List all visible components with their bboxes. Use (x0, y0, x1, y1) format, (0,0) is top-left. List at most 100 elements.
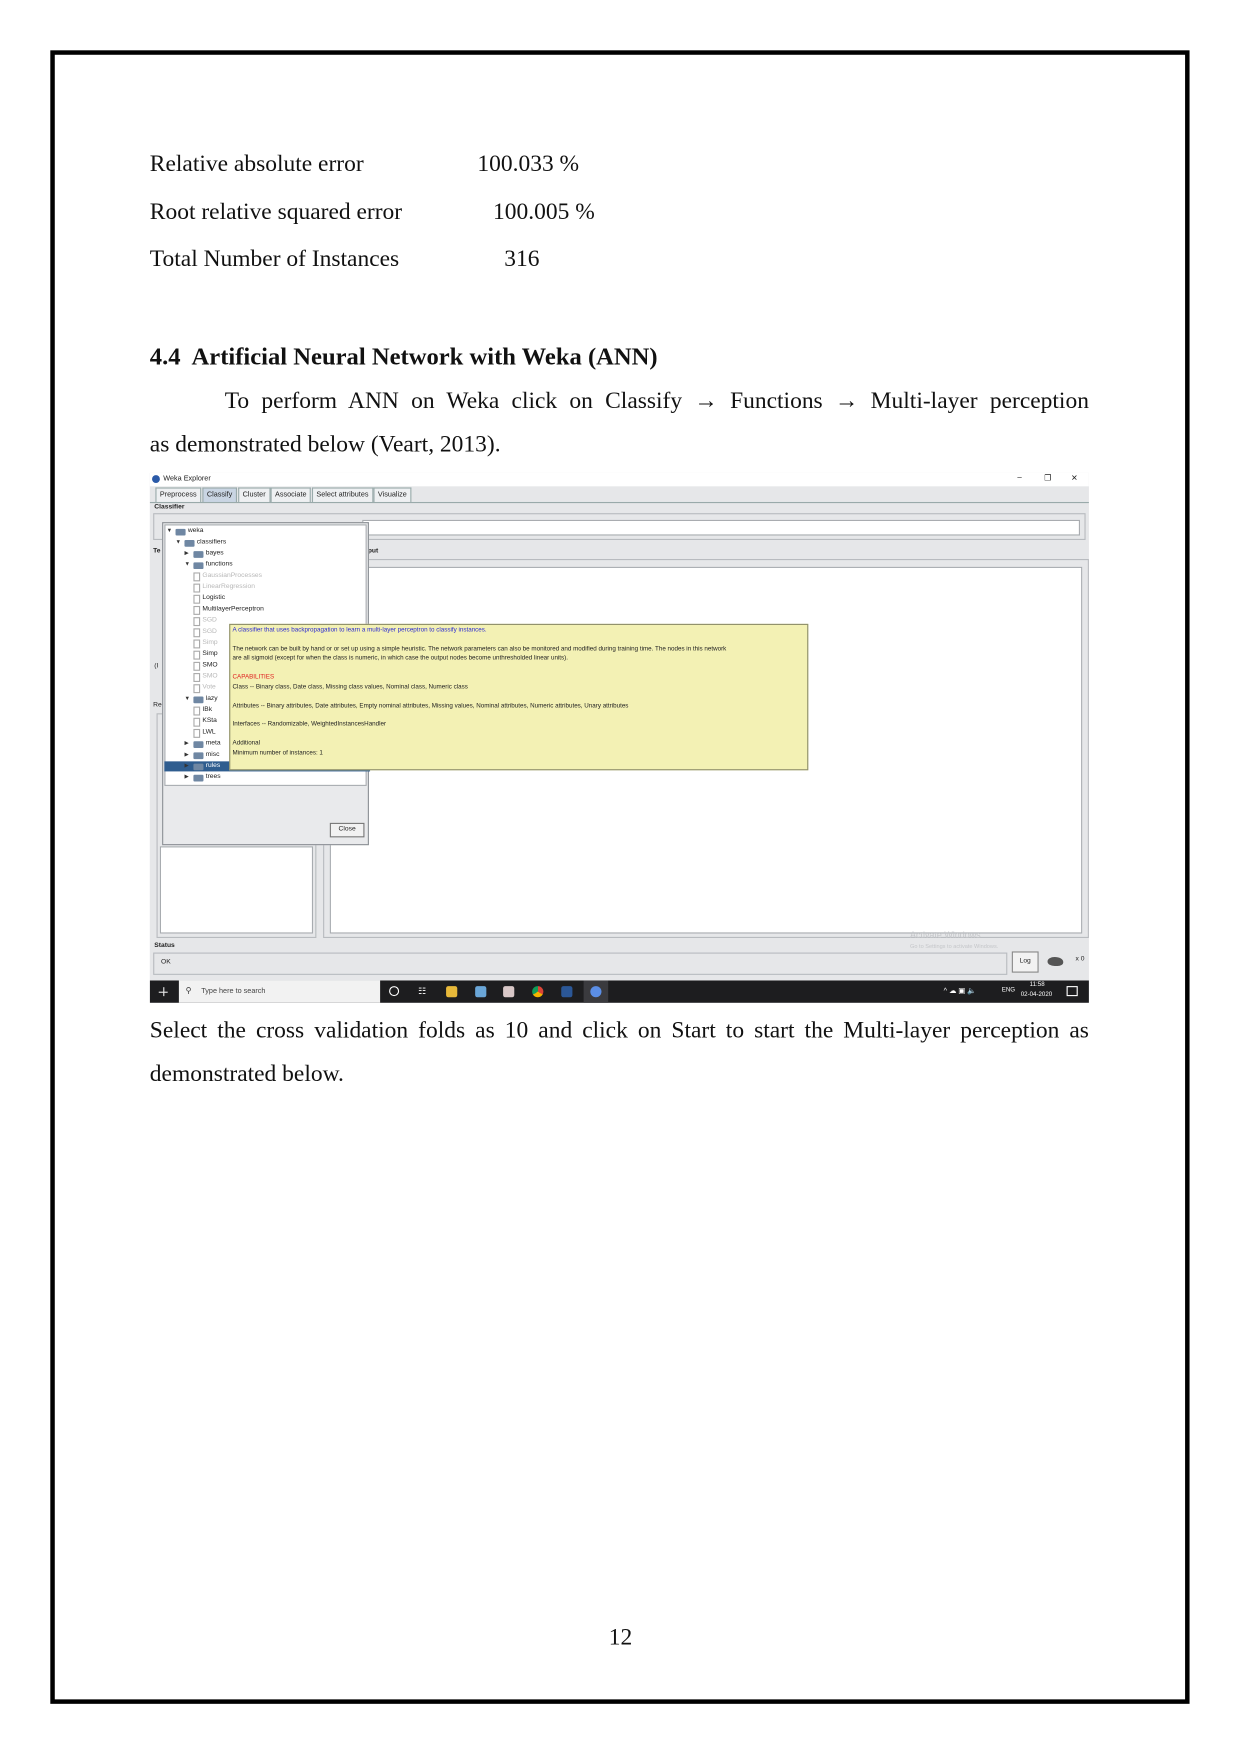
tree-leaf[interactable]: LinearRegression (193, 582, 255, 592)
tree-folder[interactable]: ▼ weka (167, 527, 203, 537)
weka-logo-icon (152, 475, 160, 483)
tooltip-class-capabilities: Class -- Binary class, Date class, Missi… (232, 684, 468, 691)
tree-item-label: LWL (202, 728, 216, 736)
tooltip-description: are all sigmoid (except for when the cla… (232, 655, 568, 662)
word-icon[interactable] (561, 986, 573, 998)
result-list[interactable] (159, 846, 314, 934)
tree-item-label: functions (205, 561, 233, 568)
language-indicator[interactable]: ENG (1002, 987, 1015, 994)
task-view-icon[interactable]: ☷ (418, 986, 426, 996)
tree-leaf[interactable]: SMO (193, 672, 218, 682)
clock-date[interactable]: 02-04-2020 (1021, 992, 1052, 999)
tooltip-attribute-capabilities: Attributes -- Binary attributes, Date at… (232, 703, 629, 710)
tree-leaf[interactable]: Vote (193, 683, 216, 693)
folder-icon (184, 539, 195, 547)
collapsed-arrow-icon[interactable]: ▶ (184, 549, 191, 559)
tree-folder[interactable]: ▼ functions (184, 560, 233, 570)
paragraph-line: Select the cross validation folds as 10 … (149, 1016, 1089, 1044)
system-tray-icons[interactable]: ^ ☁ ▣ 🔈 (944, 986, 977, 995)
collapsed-arrow-icon[interactable]: ▶ (184, 761, 191, 771)
notifications-icon[interactable] (1066, 986, 1078, 997)
clock-time[interactable]: 11:58 (1030, 982, 1045, 989)
folder-icon (193, 774, 204, 781)
tree-leaf[interactable]: Simp (193, 638, 218, 648)
folder-icon (193, 695, 204, 703)
paint-icon[interactable] (503, 986, 515, 998)
tree-item-label: Simp (202, 650, 218, 658)
folder-icon (193, 751, 204, 759)
tree-leaf[interactable]: IBk (193, 705, 212, 715)
tooltip-interfaces: Interfaces -- Randomizable, WeightedInst… (232, 721, 387, 728)
tab-classify[interactable]: Classify (202, 487, 237, 502)
weka-explorer-screenshot: Weka Explorer – ❒ ✕ Preprocess Classify … (149, 472, 1089, 1003)
expanded-arrow-icon[interactable]: ▼ (184, 560, 191, 570)
tree-leaf[interactable]: SGD (193, 627, 217, 637)
tab-preprocess[interactable]: Preprocess (155, 487, 202, 502)
tree-item-label: lazy (205, 695, 218, 703)
document-icon (193, 571, 201, 581)
file-explorer-icon[interactable] (446, 986, 458, 998)
tree-folder[interactable]: ▼ lazy (184, 694, 218, 704)
close-window-icon[interactable]: ✕ (1071, 474, 1078, 483)
tree-folder[interactable]: ▶ trees (184, 773, 221, 783)
expanded-arrow-icon[interactable]: ▼ (176, 538, 183, 548)
tree-item-label: MultilayerPerceptron (202, 605, 264, 613)
tree-item-label: misc (205, 751, 220, 759)
weka-bird-icon (1047, 957, 1064, 966)
stat-value: 316 (504, 244, 540, 272)
tab-cluster[interactable]: Cluster (238, 487, 271, 502)
document-icon (193, 661, 201, 671)
tab-select-attributes[interactable]: Select attributes (311, 487, 373, 502)
tree-leaf[interactable]: MultilayerPerceptron (193, 605, 264, 615)
tree-leaf[interactable]: LWL (193, 728, 216, 738)
tree-item-label: Simp (202, 639, 218, 647)
tree-leaf[interactable]: SGD (193, 616, 217, 626)
document-icon (193, 605, 201, 615)
classifier-tooltip: A classifier that uses backpropagation t… (229, 623, 809, 771)
collapsed-arrow-icon[interactable]: ▶ (184, 739, 191, 749)
tab-visualize[interactable]: Visualize (373, 487, 412, 502)
collapsed-arrow-icon[interactable]: ▶ (184, 773, 191, 783)
taskbar-search-placeholder[interactable]: Type here to search (201, 987, 265, 995)
status-label: Status (154, 942, 175, 950)
folder-icon (193, 763, 204, 770)
tree-folder[interactable]: ▶ misc (184, 750, 220, 760)
cortana-icon[interactable] (389, 986, 400, 997)
tree-folder[interactable]: ▶ bayes (184, 549, 224, 559)
tree-item-label: Logistic (202, 594, 226, 602)
folder-icon (193, 740, 204, 748)
tree-folder[interactable]: ▼ classifiers (176, 538, 226, 548)
section-title: Artificial Neural Network with Weka (ANN… (191, 342, 658, 371)
document-icon (193, 728, 201, 738)
close-button[interactable]: Close (329, 822, 365, 838)
section-number: 4.4 (149, 342, 181, 371)
tab-associate[interactable]: Associate (270, 487, 312, 502)
log-button[interactable]: Log (1011, 951, 1039, 973)
stat-value: 100.033 % (477, 149, 580, 177)
tree-leaf[interactable]: Simp (193, 650, 218, 660)
tree-leaf[interactable]: GaussianProcesses (193, 571, 262, 581)
expanded-arrow-icon[interactable]: ▼ (167, 527, 174, 537)
document-icon (193, 616, 201, 626)
tree-leaf[interactable]: KSta (193, 717, 217, 727)
tree-leaf[interactable]: Logistic (193, 594, 225, 604)
section-heading: 4.4 Artificial Neural Network with Weka … (150, 342, 658, 371)
restore-icon[interactable]: ❒ (1044, 474, 1051, 483)
document-icon (193, 650, 201, 660)
tooltip-min-instances: Minimum number of instances: 1 (232, 750, 323, 757)
document-icon (193, 683, 201, 693)
left-label: Re (153, 702, 162, 709)
tree-folder[interactable]: ▶ meta (184, 739, 221, 749)
tree-leaf[interactable]: SMO (193, 661, 218, 671)
collapsed-arrow-icon[interactable]: ▶ (184, 750, 191, 760)
windows-start-icon[interactable] (158, 987, 168, 997)
minimize-icon[interactable]: – (1017, 474, 1021, 482)
notepad-icon[interactable] (475, 986, 487, 998)
chrome-icon[interactable] (532, 986, 544, 998)
classifier-field[interactable] (362, 519, 1080, 536)
expanded-arrow-icon[interactable]: ▼ (184, 694, 191, 704)
search-icon: ⚲ (185, 987, 192, 996)
activate-windows-hint: Go to Settings to activate Windows. (910, 943, 999, 951)
windows-taskbar: ⚲ Type here to search ☷ ^ ☁ ▣ 🔈 ENG 11:5… (149, 980, 1089, 1003)
stat-value: 100.005 % (493, 197, 595, 225)
